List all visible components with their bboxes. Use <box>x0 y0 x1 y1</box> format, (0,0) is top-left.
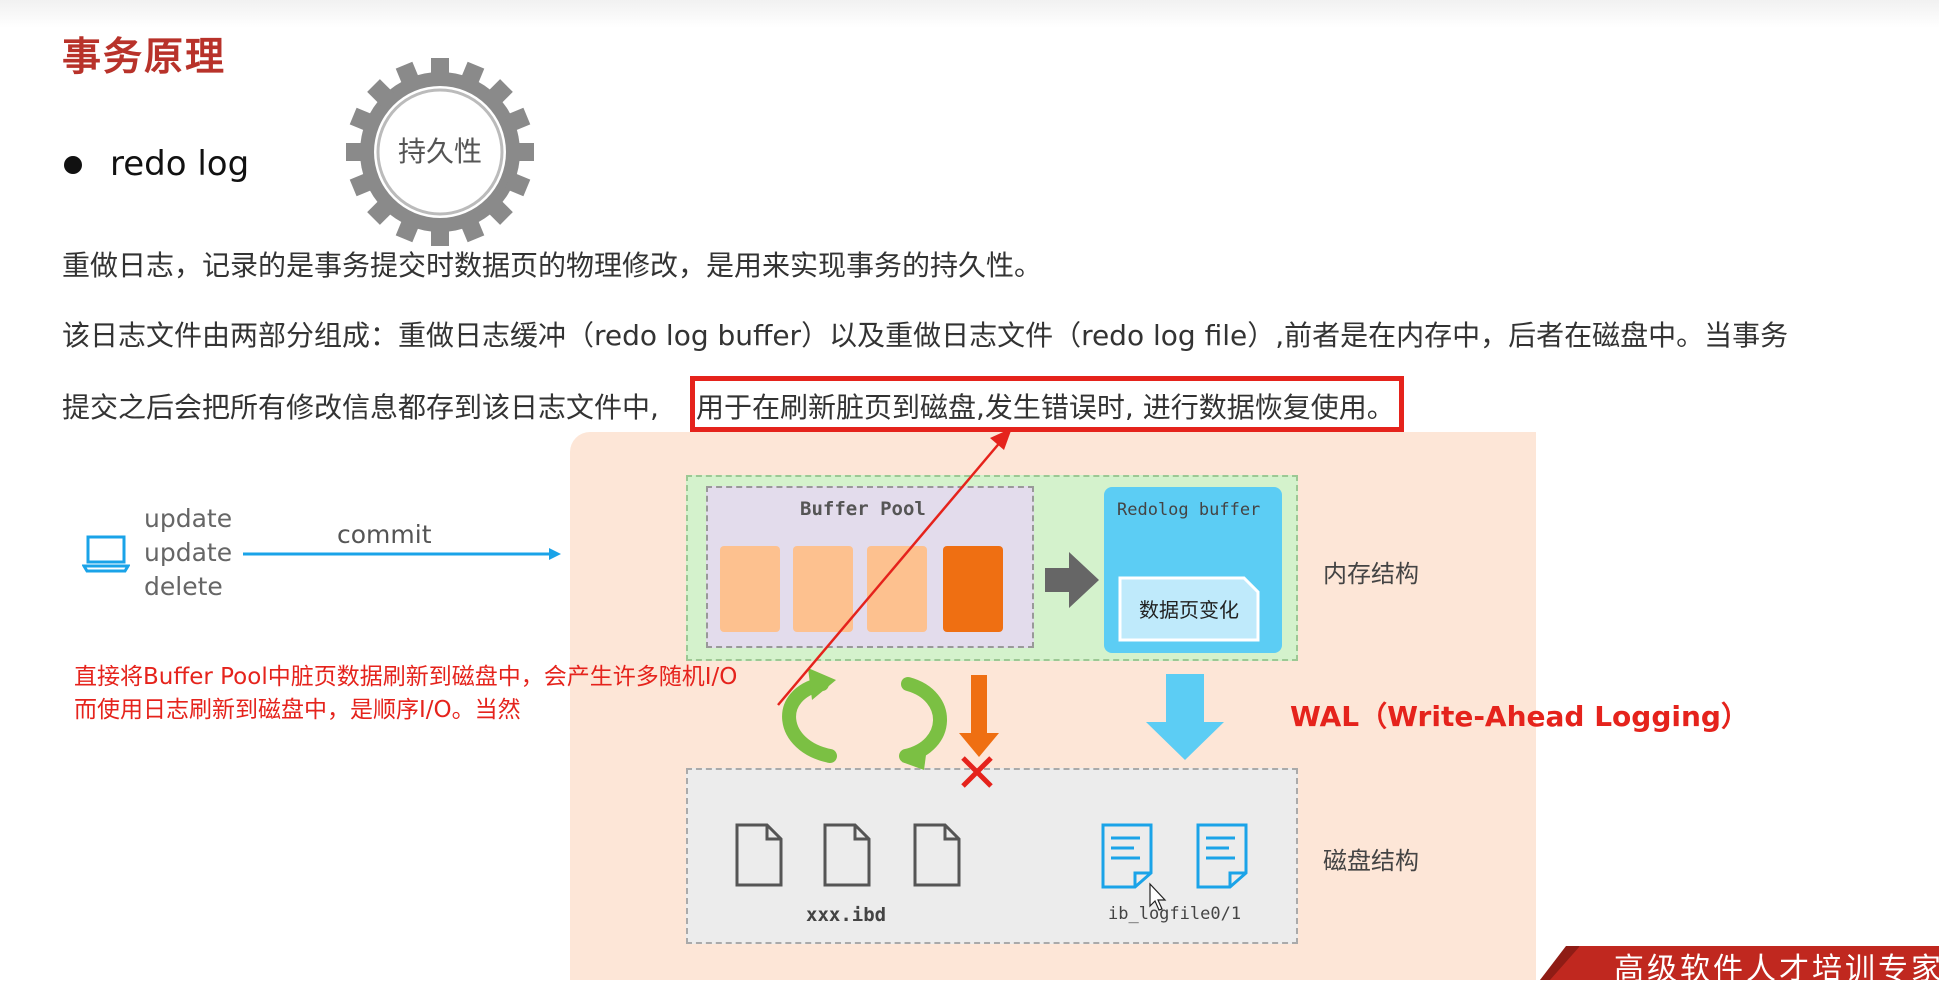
mouse-cursor-icon <box>1149 882 1167 911</box>
diagram-overlay <box>777 428 1224 911</box>
blocked-flush-arrow <box>959 675 999 788</box>
red-pointer-line <box>777 428 1012 706</box>
sync-arrows-icon <box>782 668 947 770</box>
wal-flush-arrow <box>1146 674 1224 760</box>
brand-banner-text: 高级软件人才培训专家 <box>1614 952 1939 987</box>
